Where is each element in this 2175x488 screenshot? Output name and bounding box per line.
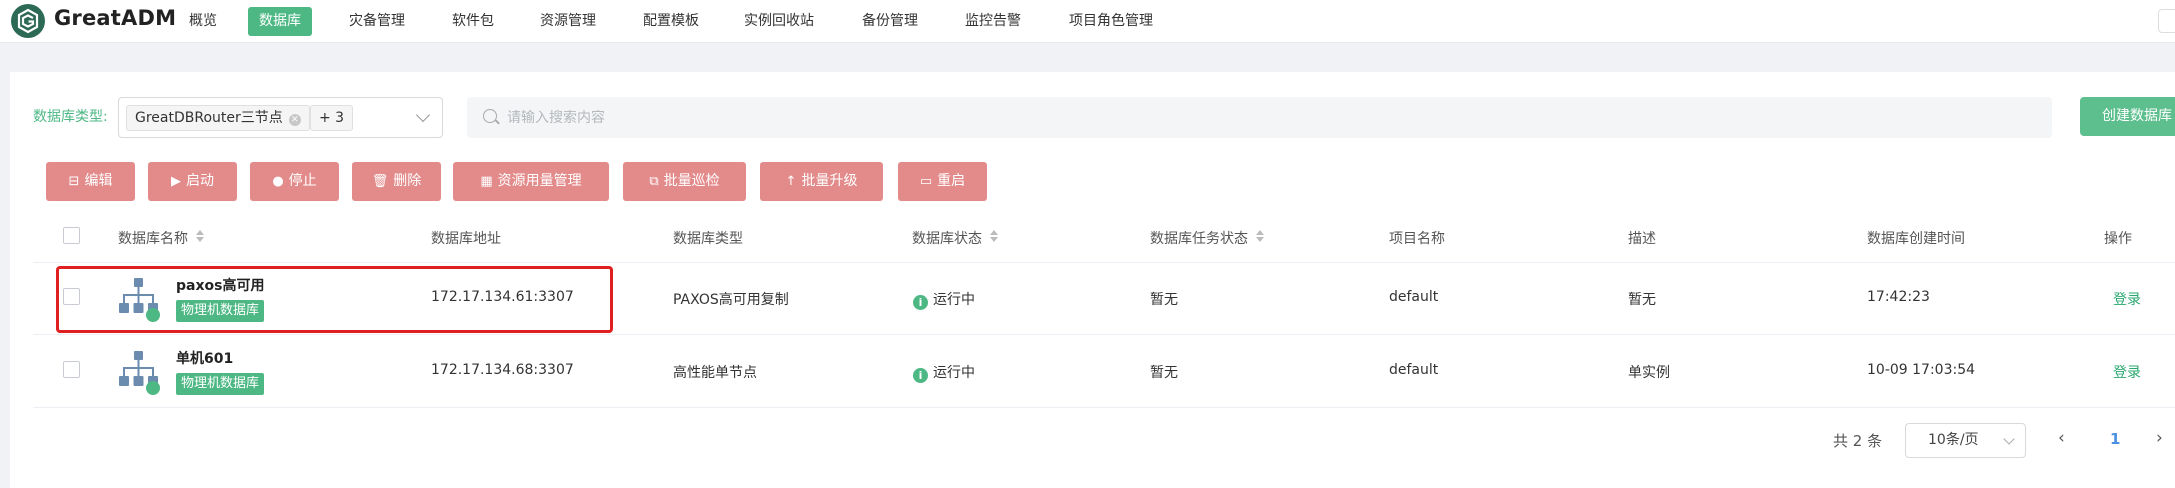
search-input[interactable] xyxy=(507,97,2007,138)
sort-icon[interactable] xyxy=(196,230,204,242)
delete-button[interactable]: 🗑 删除 xyxy=(352,162,441,201)
restart-button[interactable]: ▭ 重启 xyxy=(898,162,987,201)
nav-item-project-roles[interactable]: 项目角色管理 xyxy=(1058,7,1164,36)
tag-close-icon[interactable]: ✕ xyxy=(288,114,301,126)
db-type-filter-label: 数据库类型: xyxy=(33,109,108,125)
column-header-task-status[interactable]: 数据库任务状态 xyxy=(1150,228,1264,248)
column-header-type: 数据库类型 xyxy=(673,231,743,247)
search-box xyxy=(467,97,2052,138)
batch-upgrade-button-label: 批量升级 xyxy=(801,173,858,189)
start-button[interactable]: ▶ 启动 xyxy=(148,162,237,201)
cluster-topology-icon xyxy=(119,351,160,395)
next-page-icon[interactable]: › xyxy=(2156,428,2163,448)
chevron-down-icon xyxy=(415,107,431,123)
sort-icon[interactable] xyxy=(1256,230,1264,242)
prev-page-icon[interactable]: ‹ xyxy=(2058,428,2065,448)
nav-item-packages[interactable]: 软件包 xyxy=(441,7,505,36)
db-created-time: 17:42:23 xyxy=(1867,289,1930,305)
edit-button[interactable]: ⊟ 编辑 xyxy=(46,162,135,201)
page-size-select[interactable]: 10条/页 xyxy=(1905,423,2026,458)
column-header-operations: 操作 xyxy=(2104,231,2132,247)
stop-icon: ● xyxy=(272,174,284,189)
edit-button-label: 编辑 xyxy=(84,173,113,189)
nav-item-recycle-bin[interactable]: 实例回收站 xyxy=(733,7,825,36)
db-status: i 运行中 xyxy=(913,289,975,310)
search-icon xyxy=(483,109,497,123)
db-task-status: 暂无 xyxy=(1150,365,1178,381)
restart-button-label: 重启 xyxy=(937,173,966,189)
create-database-button[interactable]: 创建数据库 xyxy=(2080,97,2175,136)
db-status-label: 运行中 xyxy=(933,365,975,381)
db-status-label: 运行中 xyxy=(933,292,975,308)
nav-item-monitoring[interactable]: 监控告警 xyxy=(954,7,1032,36)
header-divider xyxy=(33,262,2175,263)
greatadm-logo-icon xyxy=(11,4,45,38)
edit-icon: ⊟ xyxy=(68,174,80,189)
restart-icon: ▭ xyxy=(919,174,933,189)
column-header-status-label: 数据库状态 xyxy=(912,231,982,247)
sort-icon[interactable] xyxy=(990,230,998,242)
current-page[interactable]: 1 xyxy=(2110,430,2120,448)
page-size-label: 10条/页 xyxy=(1928,432,1979,448)
header-corner-control[interactable] xyxy=(2158,9,2175,33)
column-header-created: 数据库创建时间 xyxy=(1867,231,1965,247)
db-kind-badge: 物理机数据库 xyxy=(176,373,265,395)
column-header-status[interactable]: 数据库状态 xyxy=(912,228,998,248)
login-link[interactable]: 登录 xyxy=(2113,362,2141,382)
column-header-project: 项目名称 xyxy=(1389,231,1445,247)
db-name[interactable]: 单机601 xyxy=(176,348,233,368)
nav-item-backup[interactable]: 备份管理 xyxy=(851,7,929,36)
annotation-highlight-box xyxy=(56,266,613,333)
login-link[interactable]: 登录 xyxy=(2113,289,2141,309)
stop-button[interactable]: ● 停止 xyxy=(250,162,339,201)
row-checkbox[interactable] xyxy=(63,361,80,378)
db-description: 暂无 xyxy=(1628,292,1656,308)
nav-item-overview[interactable]: 概览 xyxy=(178,7,228,36)
db-type-tag: GreatDBRouter三节点 ✕ xyxy=(126,105,310,131)
start-button-label: 启动 xyxy=(186,173,214,189)
db-type-select[interactable]: GreatDBRouter三节点 ✕ + 3 xyxy=(118,97,443,138)
db-type: 高性能单节点 xyxy=(673,365,757,381)
column-header-task-status-label: 数据库任务状态 xyxy=(1150,231,1248,247)
db-project: default xyxy=(1389,362,1439,378)
db-description: 单实例 xyxy=(1628,365,1670,381)
column-header-name-label: 数据库名称 xyxy=(118,231,188,247)
batch-inspect-button-label: 批量巡检 xyxy=(663,173,720,189)
grid-icon: ▦ xyxy=(480,174,493,189)
nav-item-disaster-recovery[interactable]: 灾备管理 xyxy=(338,7,416,36)
trash-icon: 🗑 xyxy=(371,174,389,189)
db-address: 172.17.134.68:3307 xyxy=(431,362,574,378)
db-status: i 运行中 xyxy=(913,362,975,383)
top-navbar: GreatADM 概览 数据库 灾备管理 软件包 资源管理 配置模板 实例回收站… xyxy=(0,0,2175,43)
more-tags-count: + 3 xyxy=(310,105,354,131)
column-header-address: 数据库地址 xyxy=(431,231,501,247)
stop-button-label: 停止 xyxy=(288,173,317,189)
row-divider xyxy=(33,334,2175,335)
batch-upgrade-button[interactable]: ↑ 批量升级 xyxy=(760,162,883,201)
column-header-name[interactable]: 数据库名称 xyxy=(118,228,204,248)
upgrade-icon: ↑ xyxy=(785,174,797,189)
info-icon: i xyxy=(913,368,928,383)
chevron-down-icon xyxy=(2003,433,2015,445)
inspect-icon: ⧉ xyxy=(649,174,659,189)
batch-inspect-button[interactable]: ⧉ 批量巡检 xyxy=(623,162,746,201)
row-divider xyxy=(33,407,2175,408)
play-icon: ▶ xyxy=(171,174,181,189)
nav-item-database[interactable]: 数据库 xyxy=(248,7,312,36)
nav-item-resources[interactable]: 资源管理 xyxy=(529,7,607,36)
brand-name: GreatADM xyxy=(54,6,177,30)
pagination-total: 共 2 条 xyxy=(1833,432,1883,450)
db-task-status: 暂无 xyxy=(1150,292,1178,308)
db-created-time: 10-09 17:03:54 xyxy=(1867,362,1976,378)
db-type-tag-label: GreatDBRouter三节点 xyxy=(135,110,283,126)
delete-button-label: 删除 xyxy=(393,173,422,189)
info-icon: i xyxy=(913,295,928,310)
db-type: PAXOS高可用复制 xyxy=(673,292,789,308)
resource-usage-button[interactable]: ▦ 资源用量管理 xyxy=(453,162,609,201)
db-project: default xyxy=(1389,289,1439,305)
select-all-checkbox[interactable] xyxy=(63,227,80,244)
column-header-description: 描述 xyxy=(1628,231,1656,247)
resource-usage-button-label: 资源用量管理 xyxy=(497,173,582,189)
nav-item-config-templates[interactable]: 配置模板 xyxy=(632,7,710,36)
